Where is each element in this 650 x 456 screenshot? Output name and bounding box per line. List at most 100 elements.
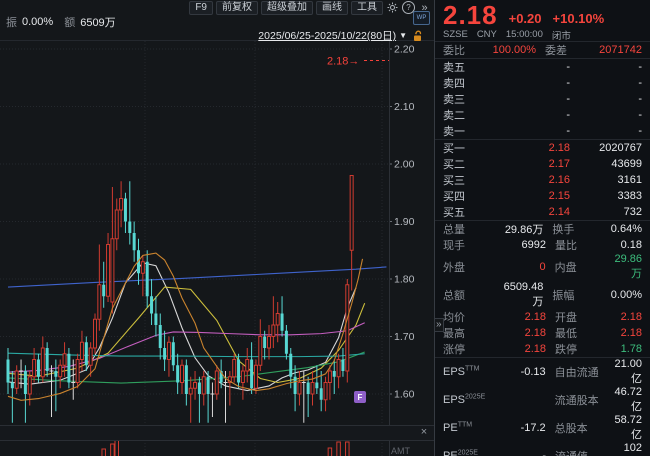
level-price: - — [498, 109, 570, 121]
buy-row[interactable]: 买四2.153383 — [435, 188, 650, 204]
fundamental-row: EPSTTM-0.13自由流通21.00亿 — [435, 358, 650, 386]
fundamental-value: 58.72亿 — [614, 414, 642, 442]
stat-row: 最高2.18最低2.18 — [435, 325, 650, 341]
level-label: 买三 — [443, 172, 498, 188]
current-price-marker: 2.18→ — [327, 56, 359, 68]
stat-value: 2.18 — [615, 311, 642, 323]
fundamental-row: PETTM-17.2总股本58.72亿 — [435, 414, 650, 442]
stat-label: 最高 — [443, 325, 498, 341]
buy-row[interactable]: 买二2.1743699 — [435, 156, 650, 172]
draw-line-button[interactable]: 画线 — [316, 1, 348, 15]
buy-row[interactable]: 买三2.163161 — [435, 172, 650, 188]
level-price: - — [498, 125, 570, 137]
fundamental-value: 102亿 — [615, 442, 642, 456]
weibi-label: 委比 — [443, 42, 493, 58]
volume-bars — [102, 440, 349, 456]
stat-label: 开盘 — [555, 309, 615, 325]
stat-label: 总额 — [443, 287, 497, 303]
wp-monitor-icon[interactable]: WP — [413, 11, 430, 25]
super-overlay-button[interactable]: 超级叠加 — [261, 1, 313, 15]
stat-row: 现手6992量比0.18 — [435, 237, 650, 253]
level-volume: - — [570, 93, 642, 105]
fundamental-row: PE2025E-流通值102亿 — [435, 442, 650, 456]
stat-value: 2.18 — [498, 343, 546, 355]
close-icon[interactable]: × — [418, 427, 430, 439]
quote-panel: 2.18 +0.20 +10.10% SZSE CNY 15:00:00 闭市 … — [434, 0, 650, 456]
ma-teal — [8, 353, 365, 356]
fundamental-value: 46.72亿 — [614, 386, 642, 414]
stat-value: 0.64% — [611, 223, 642, 235]
fundamental-label: 自由流通 — [555, 364, 615, 380]
ma-blue — [8, 267, 386, 287]
panel-expander-icon[interactable]: » — [435, 318, 444, 332]
level-volume: - — [570, 61, 642, 73]
f9-button[interactable]: F9 — [189, 1, 213, 15]
candles — [7, 176, 354, 423]
stat-value: 0.18 — [615, 239, 642, 251]
level-price: - — [498, 77, 570, 89]
fundamental-value: 21.00亿 — [614, 358, 642, 386]
sell-row[interactable]: 卖五-- — [435, 59, 650, 75]
f-indicator-badge[interactable]: F — [354, 391, 366, 403]
weicha-value: 2071742 — [599, 44, 642, 56]
sell-row[interactable]: 卖三-- — [435, 91, 650, 107]
svg-text:1.60: 1.60 — [394, 389, 415, 401]
level-price: 2.16 — [498, 174, 570, 186]
amplitude-label: 振 — [6, 14, 17, 30]
sell-row[interactable]: 卖一-- — [435, 123, 650, 139]
level-label: 买一 — [443, 140, 498, 156]
stat-row: 外盘0内盘29.86万 — [435, 253, 650, 281]
buy-row[interactable]: 买一2.182020767 — [435, 140, 650, 156]
weibi-value: 100.00% — [493, 44, 536, 56]
stat-label: 振幅 — [552, 287, 610, 303]
stat-value: 2.18 — [498, 311, 546, 323]
chevron-down-icon[interactable]: ▼ — [399, 31, 407, 40]
buy-row[interactable]: 买五2.14732 — [435, 204, 650, 220]
stat-value: 2.18 — [498, 327, 546, 339]
stat-label: 外盘 — [443, 259, 498, 275]
forward-adjust-button[interactable]: 前复权 — [216, 1, 258, 15]
stat-value: 6509.48万 — [497, 281, 544, 309]
exchange-label: SZSE — [443, 29, 468, 40]
stat-value: 1.78 — [615, 343, 642, 355]
buy-queue: 买一2.182020767买二2.1743699买三2.163161买四2.15… — [435, 139, 650, 220]
sell-row[interactable]: 卖四-- — [435, 75, 650, 91]
level-price: - — [498, 61, 570, 73]
level-price: 2.17 — [498, 158, 570, 170]
stat-value: 0.00% — [611, 289, 642, 301]
weibi-row: 委比 100.00% 委差 2071742 — [435, 42, 650, 58]
level-label: 买二 — [443, 156, 498, 172]
amount-value: 6509万 — [80, 14, 115, 30]
unlock-icon[interactable] — [412, 30, 424, 42]
stat-label: 换手 — [552, 221, 610, 237]
svg-text:2.10: 2.10 — [394, 101, 415, 113]
stat-value: 2.18 — [615, 327, 642, 339]
stat-row: 总额6509.48万振幅0.00% — [435, 281, 650, 309]
stat-value: 29.86万 — [614, 253, 642, 281]
stats-section: 总量29.86万换手0.64%现手6992量比0.18外盘0内盘29.86万总额… — [435, 220, 650, 357]
level-price: 2.14 — [498, 206, 570, 218]
kline-pane: 2.202.102.001.901.801.701.602.18→ F9 前复权… — [0, 0, 434, 456]
gear-icon[interactable] — [386, 2, 399, 13]
pane-splitter[interactable]: × — [0, 425, 434, 441]
level-label: 卖三 — [443, 91, 498, 107]
stat-label: 总量 — [443, 221, 497, 237]
stat-value: 29.86万 — [497, 221, 544, 237]
sell-row[interactable]: 卖二-- — [435, 107, 650, 123]
stat-row: 涨停2.18跌停1.78 — [435, 341, 650, 357]
level-volume: - — [570, 125, 642, 137]
tools-button[interactable]: 工具 — [351, 1, 383, 15]
fundamentals-section: EPSTTM-0.13自由流通21.00亿EPS2025E流通股本46.72亿P… — [435, 357, 650, 456]
date-range-link[interactable]: 2025/06/25-2025/10/22(80日) — [258, 28, 396, 43]
stat-value: 6992 — [498, 239, 546, 251]
fundamental-value: - — [498, 450, 546, 456]
svg-text:1.70: 1.70 — [394, 331, 415, 343]
svg-text:2.20: 2.20 — [394, 44, 415, 56]
fundamental-label: PE2025E — [443, 450, 498, 456]
amplitude-amount-bar: 振 0.00% 额 6509万 — [6, 14, 116, 30]
fundamental-label: PETTM — [443, 422, 498, 434]
stat-label: 最低 — [555, 325, 615, 341]
currency-label: CNY — [477, 29, 497, 40]
level-volume: 3161 — [570, 174, 642, 186]
kline-chart[interactable]: 2.202.102.001.901.801.701.602.18→ — [0, 0, 434, 456]
